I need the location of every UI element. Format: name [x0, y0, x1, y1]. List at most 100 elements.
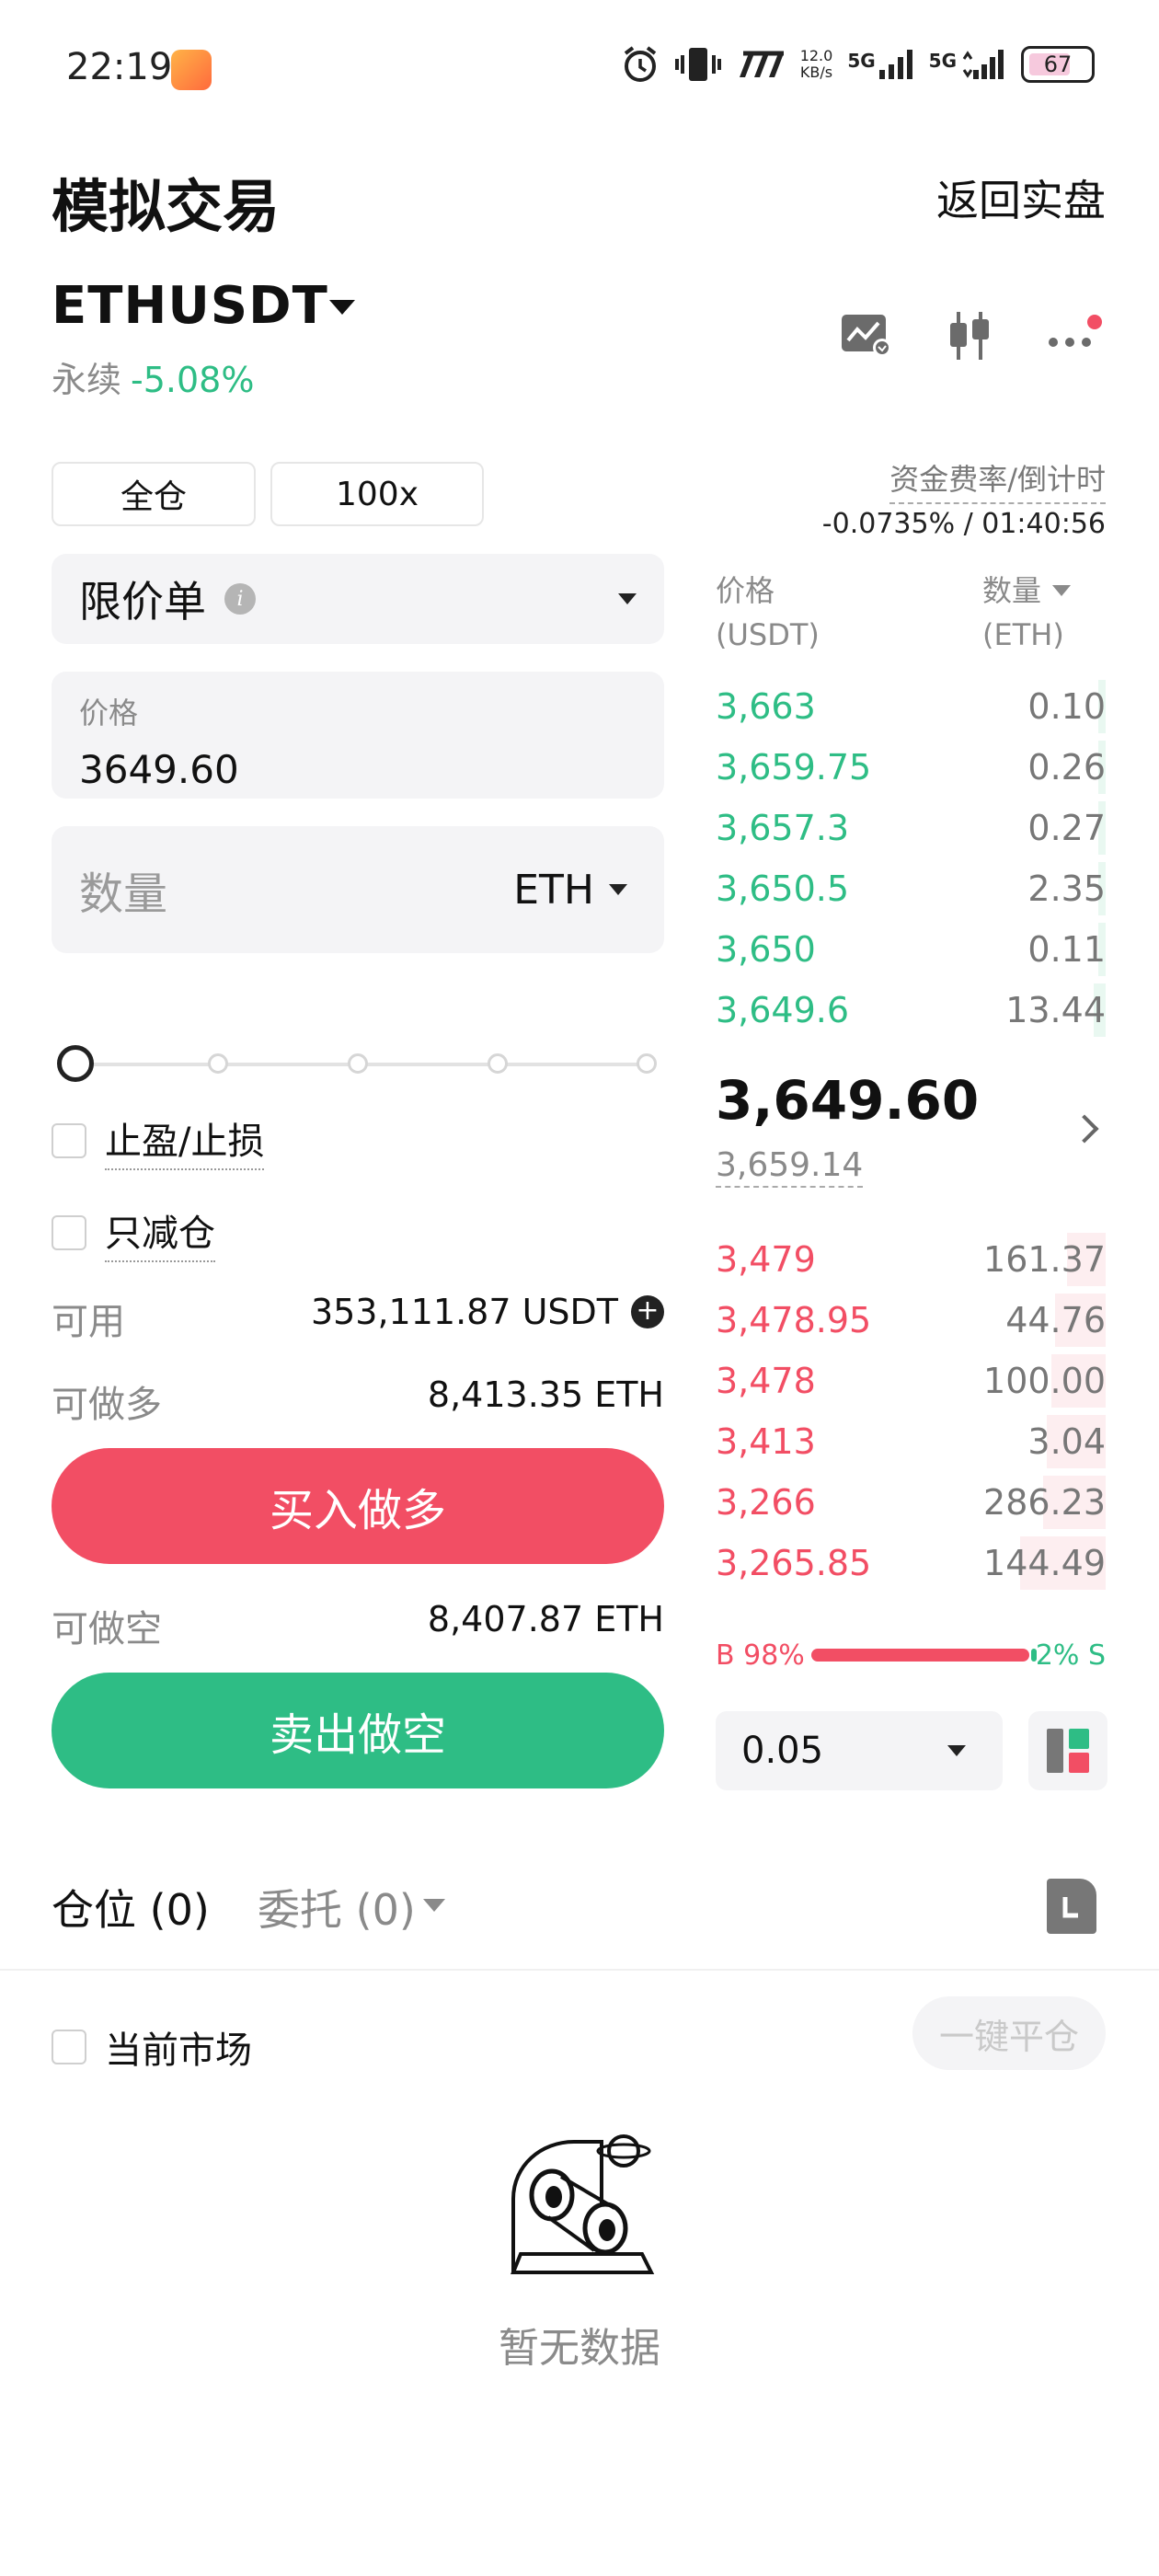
- price-input[interactable]: 3649.60: [79, 747, 637, 792]
- history-icon[interactable]: [1047, 1879, 1096, 1934]
- orderbook-price: 3,479: [716, 1239, 816, 1280]
- chevron-down-icon: [618, 593, 637, 604]
- sell-ratio-label: 2% S: [1035, 1639, 1106, 1672]
- buy-ratio-label: B 98%: [716, 1639, 805, 1672]
- chevron-down-icon: [947, 1745, 966, 1756]
- orderbook-qty: 144.49: [983, 1543, 1106, 1583]
- slider-node-25[interactable]: [208, 1053, 228, 1074]
- status-icons: 12.0 KB/s 5G 5G 67: [620, 44, 1095, 85]
- vibrate-icon: [674, 48, 721, 81]
- order-type-label: 限价单: [79, 577, 206, 627]
- funding-rate-value: -0.0735% / 01:40:56: [821, 508, 1106, 540]
- orderbook-price: 3,650: [716, 929, 816, 970]
- orderbook-row[interactable]: 3,266 286.23: [716, 1472, 1106, 1533]
- current-market-label: 当前市场: [105, 2030, 252, 2072]
- orderbook-layout-icon[interactable]: [1028, 1711, 1107, 1790]
- orderbook-row[interactable]: 3,479 161.37: [716, 1229, 1106, 1290]
- status-time: 22:19: [66, 46, 173, 88]
- orderbook-price: 3,266: [716, 1482, 816, 1523]
- tab-positions[interactable]: 仓位 (0): [52, 1877, 210, 1938]
- chart-icon[interactable]: [835, 304, 900, 368]
- orderbook-price: 3,478.95: [716, 1300, 872, 1340]
- margin-mode-button[interactable]: 全仓: [52, 462, 256, 526]
- slider-node-100[interactable]: [637, 1053, 657, 1074]
- buy-long-button[interactable]: 买入做多: [52, 1448, 664, 1564]
- network-speed: 12.0 KB/s: [799, 47, 833, 81]
- buy-ratio-bar: [811, 1649, 1029, 1662]
- contract-type: 永续: [52, 360, 122, 400]
- orderbook-qty: 13.44: [1005, 990, 1106, 1030]
- empty-state-text: 暂无数据: [499, 2325, 660, 2372]
- max-long-value: 8,413.35 ETH: [427, 1374, 664, 1415]
- close-all-button[interactable]: 一键平仓: [912, 1996, 1106, 2070]
- orderbook-price: 3,659.75: [716, 747, 872, 788]
- candlestick-icon[interactable]: [938, 304, 1003, 368]
- orderbook-row[interactable]: 3,659.75 0.26: [716, 737, 1106, 798]
- signal-2: 5G: [929, 50, 1006, 79]
- orderbook-row[interactable]: 3,478.95 44.76: [716, 1290, 1106, 1351]
- orderbook-price: 3,478: [716, 1361, 816, 1401]
- orderbook-row[interactable]: 3,265.85 144.49: [716, 1533, 1106, 1593]
- orderbook-row[interactable]: 3,478 100.00: [716, 1351, 1106, 1411]
- tab-orders[interactable]: 委托 (0): [258, 1877, 416, 1938]
- quantity-field[interactable]: 数量 ETH: [52, 826, 664, 953]
- available-label: 可用: [52, 1301, 125, 1343]
- pair-selector[interactable]: ETHUSDT: [52, 276, 328, 336]
- tp-sl-label: 止盈/止损: [105, 1111, 265, 1170]
- orderbook-qty: 44.76: [1005, 1300, 1106, 1340]
- app-status-icon: [739, 51, 784, 77]
- quantity-input[interactable]: 数量: [79, 857, 167, 922]
- instrument-info: 永续 -5.08%: [52, 351, 254, 402]
- orderbook-row[interactable]: 3,657.3 0.27: [716, 798, 1106, 858]
- orderbook-row[interactable]: 3,650.5 2.35: [716, 858, 1106, 919]
- alarm-icon: [624, 46, 656, 82]
- sell-short-button[interactable]: 卖出做空: [52, 1673, 664, 1788]
- tp-sl-checkbox[interactable]: [52, 1123, 86, 1158]
- price-field-label: 价格: [79, 696, 139, 730]
- orderbook-qty: 0.11: [1027, 929, 1106, 970]
- max-short-label: 可做空: [52, 1608, 162, 1650]
- orderbook-row[interactable]: 3,650 0.11: [716, 919, 1106, 980]
- last-price: 3,649.60: [716, 1069, 980, 1132]
- add-funds-icon[interactable]: +: [631, 1295, 664, 1328]
- orderbook-row[interactable]: 3,413 3.04: [716, 1411, 1106, 1472]
- order-type-select[interactable]: 限价单 i: [52, 554, 664, 644]
- price-step-select[interactable]: 0.05: [716, 1711, 1003, 1790]
- orderbook-qty-header[interactable]: 数量 (ETH): [982, 569, 1072, 657]
- slider-node-50[interactable]: [348, 1053, 368, 1074]
- back-to-live-button[interactable]: 返回实盘: [936, 167, 1106, 228]
- orderbook-price: 3,649.6: [716, 990, 850, 1030]
- current-market-checkbox[interactable]: [52, 2030, 86, 2064]
- current-market-filter[interactable]: 当前市场: [52, 2020, 252, 2074]
- quantity-slider-handle[interactable]: [57, 1045, 94, 1082]
- price-field[interactable]: 价格 3649.60: [52, 672, 664, 799]
- orderbook-qty: 0.27: [1027, 808, 1106, 848]
- slider-node-75[interactable]: [488, 1053, 508, 1074]
- quantity-unit-select[interactable]: ETH: [513, 867, 627, 914]
- info-icon[interactable]: i: [224, 583, 256, 615]
- app-notification-icon: [171, 50, 212, 90]
- leverage-button[interactable]: 100x: [270, 462, 484, 526]
- empty-state-illustration: [497, 2125, 662, 2285]
- tp-sl-option[interactable]: 止盈/止损: [52, 1111, 265, 1170]
- orderbook-qty: 100.00: [983, 1361, 1106, 1401]
- max-long-label: 可做多: [52, 1384, 162, 1426]
- chevron-down-icon[interactable]: [423, 1899, 445, 1912]
- chevron-right-icon[interactable]: [1070, 1114, 1099, 1144]
- orderbook-row[interactable]: 3,649.6 13.44: [716, 980, 1106, 1041]
- funding-rate-label[interactable]: 资金费率/倒计时: [889, 456, 1106, 504]
- signal-1: 5G: [847, 50, 913, 79]
- orderbook-price-header: 价格 (USDT): [716, 573, 820, 652]
- reduce-only-option[interactable]: 只减仓: [52, 1203, 215, 1262]
- chevron-down-icon[interactable]: [329, 300, 355, 315]
- max-short-value: 8,407.87 ETH: [427, 1599, 664, 1639]
- orderbook-price: 3,413: [716, 1421, 816, 1462]
- reduce-only-checkbox[interactable]: [52, 1215, 86, 1250]
- divider: [0, 1969, 1159, 1971]
- orderbook-price: 3,265.85: [716, 1543, 872, 1583]
- orderbook-price: 3,650.5: [716, 868, 850, 909]
- orderbook-qty: 3.04: [1027, 1421, 1106, 1462]
- price-change: -5.08%: [131, 360, 255, 400]
- more-icon[interactable]: [1041, 304, 1106, 368]
- orderbook-row[interactable]: 3,663 0.10: [716, 676, 1106, 737]
